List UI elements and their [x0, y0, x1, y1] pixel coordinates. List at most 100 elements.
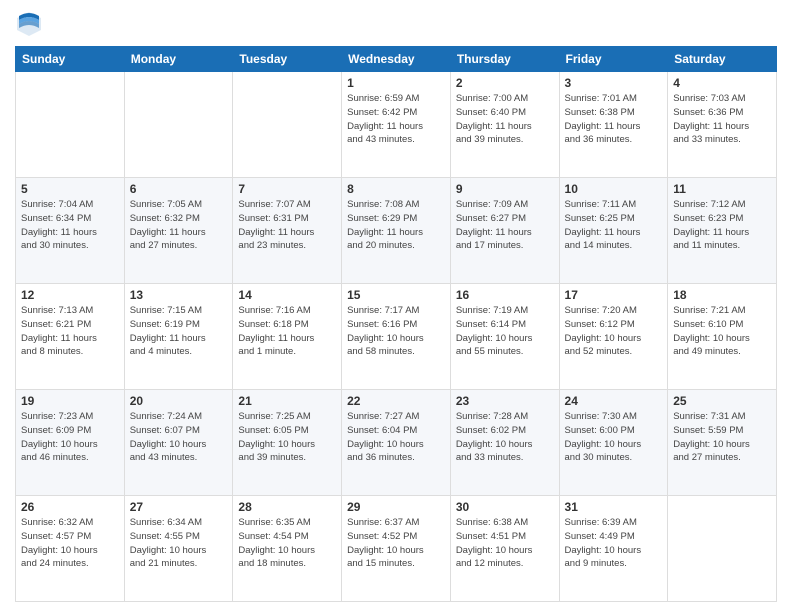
day-info: Sunrise: 7:31 AM Sunset: 5:59 PM Dayligh… — [673, 410, 771, 465]
calendar-cell: 25Sunrise: 7:31 AM Sunset: 5:59 PM Dayli… — [668, 390, 777, 496]
header — [15, 10, 777, 38]
day-number: 19 — [21, 394, 119, 408]
weekday-header-monday: Monday — [124, 47, 233, 72]
calendar-cell: 23 Sunrise: 7:28 AM Sunset: 6:02 PM Dayli… — [450, 390, 559, 496]
calendar-cell: 15Sunrise: 7:17 AM Sunset: 6:16 PM Dayli… — [342, 284, 451, 390]
day-number: 14 — [238, 288, 336, 302]
page: SundayMondayTuesdayWednesdayThursdayFrid… — [0, 0, 792, 612]
day-number: 20 — [130, 394, 228, 408]
calendar-cell: 31 Sunrise: 6:39 AM Sunset: 4:49 PM Dayli… — [559, 496, 668, 602]
day-number: 22 — [347, 394, 445, 408]
calendar-cell — [668, 496, 777, 602]
day-info: Sunrise: 7:28 AM Sunset: 6:02 PM Dayligh… — [456, 410, 554, 465]
calendar-cell: 14Sunrise: 7:16 AM Sunset: 6:18 PM Dayli… — [233, 284, 342, 390]
logo — [15, 10, 45, 38]
day-info: Sunrise: 7:21 AM Sunset: 6:10 PM Dayligh… — [673, 304, 771, 359]
day-number: 8 — [347, 182, 445, 196]
calendar-cell: 30 Sunrise: 6:38 AM Sunset: 4:51 PM Dayli… — [450, 496, 559, 602]
day-info: Sunrise: 7:09 AM Sunset: 6:27 PM Dayligh… — [456, 198, 554, 253]
day-number: 4 — [673, 76, 771, 90]
day-number: 7 — [238, 182, 336, 196]
day-info: Sunrise: 7:08 AM Sunset: 6:29 PM Dayligh… — [347, 198, 445, 253]
calendar-cell: 6 Sunrise: 7:05 AM Sunset: 6:32 PM Daylig… — [124, 178, 233, 284]
weekday-header-thursday: Thursday — [450, 47, 559, 72]
calendar-cell: 8 Sunrise: 7:08 AM Sunset: 6:29 PM Daylig… — [342, 178, 451, 284]
day-info: Sunrise: 6:37 AM Sunset: 4:52 PM Dayligh… — [347, 516, 445, 571]
day-info: Sunrise: 7:24 AM Sunset: 6:07 PM Dayligh… — [130, 410, 228, 465]
day-number: 9 — [456, 182, 554, 196]
calendar-cell: 27Sunrise: 6:34 AM Sunset: 4:55 PM Dayli… — [124, 496, 233, 602]
calendar-header: SundayMondayTuesdayWednesdayThursdayFrid… — [16, 47, 777, 72]
calendar-cell: 13 Sunrise: 7:15 AM Sunset: 6:19 PM Dayli… — [124, 284, 233, 390]
day-info: Sunrise: 7:11 AM Sunset: 6:25 PM Dayligh… — [565, 198, 663, 253]
day-info: Sunrise: 7:04 AM Sunset: 6:34 PM Dayligh… — [21, 198, 119, 253]
day-number: 10 — [565, 182, 663, 196]
day-info: Sunrise: 7:19 AM Sunset: 6:14 PM Dayligh… — [456, 304, 554, 359]
weekday-header-tuesday: Tuesday — [233, 47, 342, 72]
calendar-cell: 5 Sunrise: 7:04 AM Sunset: 6:34 PM Daylig… — [16, 178, 125, 284]
calendar-cell: 28 Sunrise: 6:35 AM Sunset: 4:54 PM Dayli… — [233, 496, 342, 602]
day-info: Sunrise: 7:00 AM Sunset: 6:40 PM Dayligh… — [456, 92, 554, 147]
day-info: Sunrise: 7:23 AM Sunset: 6:09 PM Dayligh… — [21, 410, 119, 465]
calendar-cell: 3 Sunrise: 7:01 AM Sunset: 6:38 PM Daylig… — [559, 72, 668, 178]
calendar-cell: 7 Sunrise: 7:07 AM Sunset: 6:31 PM Daylig… — [233, 178, 342, 284]
day-info: Sunrise: 7:05 AM Sunset: 6:32 PM Dayligh… — [130, 198, 228, 253]
weekday-header-wednesday: Wednesday — [342, 47, 451, 72]
calendar-cell: 21 Sunrise: 7:25 AM Sunset: 6:05 PM Dayli… — [233, 390, 342, 496]
day-info: Sunrise: 7:07 AM Sunset: 6:31 PM Dayligh… — [238, 198, 336, 253]
calendar-cell: 18Sunrise: 7:21 AM Sunset: 6:10 PM Dayli… — [668, 284, 777, 390]
day-number: 6 — [130, 182, 228, 196]
day-number: 17 — [565, 288, 663, 302]
calendar-cell: 2 Sunrise: 7:00 AM Sunset: 6:40 PM Daylig… — [450, 72, 559, 178]
calendar: SundayMondayTuesdayWednesdayThursdayFrid… — [15, 46, 777, 602]
calendar-cell: 19 Sunrise: 7:23 AM Sunset: 6:09 PM Dayli… — [16, 390, 125, 496]
week-row-3: 12Sunrise: 7:13 AM Sunset: 6:21 PM Dayli… — [16, 284, 777, 390]
calendar-cell: 10 Sunrise: 7:11 AM Sunset: 6:25 PM Dayli… — [559, 178, 668, 284]
calendar-cell: 4Sunrise: 7:03 AM Sunset: 6:36 PM Daylig… — [668, 72, 777, 178]
day-info: Sunrise: 7:15 AM Sunset: 6:19 PM Dayligh… — [130, 304, 228, 359]
calendar-cell — [124, 72, 233, 178]
calendar-cell — [16, 72, 125, 178]
day-info: Sunrise: 7:01 AM Sunset: 6:38 PM Dayligh… — [565, 92, 663, 147]
calendar-cell: 29Sunrise: 6:37 AM Sunset: 4:52 PM Dayli… — [342, 496, 451, 602]
calendar-cell: 9 Sunrise: 7:09 AM Sunset: 6:27 PM Daylig… — [450, 178, 559, 284]
day-info: Sunrise: 6:39 AM Sunset: 4:49 PM Dayligh… — [565, 516, 663, 571]
calendar-cell: 26 Sunrise: 6:32 AM Sunset: 4:57 PM Dayli… — [16, 496, 125, 602]
calendar-body: 1Sunrise: 6:59 AM Sunset: 6:42 PM Daylig… — [16, 72, 777, 602]
day-info: Sunrise: 6:35 AM Sunset: 4:54 PM Dayligh… — [238, 516, 336, 571]
day-info: Sunrise: 6:34 AM Sunset: 4:55 PM Dayligh… — [130, 516, 228, 571]
calendar-cell: 24Sunrise: 7:30 AM Sunset: 6:00 PM Dayli… — [559, 390, 668, 496]
day-number: 23 — [456, 394, 554, 408]
day-info: Sunrise: 7:13 AM Sunset: 6:21 PM Dayligh… — [21, 304, 119, 359]
day-number: 30 — [456, 500, 554, 514]
week-row-5: 26 Sunrise: 6:32 AM Sunset: 4:57 PM Dayli… — [16, 496, 777, 602]
calendar-cell: 1Sunrise: 6:59 AM Sunset: 6:42 PM Daylig… — [342, 72, 451, 178]
day-number: 28 — [238, 500, 336, 514]
day-info: Sunrise: 7:30 AM Sunset: 6:00 PM Dayligh… — [565, 410, 663, 465]
day-number: 3 — [565, 76, 663, 90]
calendar-cell: 12Sunrise: 7:13 AM Sunset: 6:21 PM Dayli… — [16, 284, 125, 390]
weekday-header-saturday: Saturday — [668, 47, 777, 72]
day-number: 16 — [456, 288, 554, 302]
day-info: Sunrise: 7:25 AM Sunset: 6:05 PM Dayligh… — [238, 410, 336, 465]
day-number: 31 — [565, 500, 663, 514]
weekday-header-friday: Friday — [559, 47, 668, 72]
day-number: 2 — [456, 76, 554, 90]
day-number: 11 — [673, 182, 771, 196]
day-number: 21 — [238, 394, 336, 408]
calendar-cell: 17 Sunrise: 7:20 AM Sunset: 6:12 PM Dayli… — [559, 284, 668, 390]
day-info: Sunrise: 7:12 AM Sunset: 6:23 PM Dayligh… — [673, 198, 771, 253]
day-info: Sunrise: 7:17 AM Sunset: 6:16 PM Dayligh… — [347, 304, 445, 359]
day-info: Sunrise: 7:20 AM Sunset: 6:12 PM Dayligh… — [565, 304, 663, 359]
logo-icon — [15, 10, 43, 38]
calendar-cell: 16 Sunrise: 7:19 AM Sunset: 6:14 PM Dayli… — [450, 284, 559, 390]
day-number: 26 — [21, 500, 119, 514]
day-info: Sunrise: 7:27 AM Sunset: 6:04 PM Dayligh… — [347, 410, 445, 465]
day-number: 1 — [347, 76, 445, 90]
day-number: 5 — [21, 182, 119, 196]
week-row-1: 1Sunrise: 6:59 AM Sunset: 6:42 PM Daylig… — [16, 72, 777, 178]
weekday-header-sunday: Sunday — [16, 47, 125, 72]
day-info: Sunrise: 6:32 AM Sunset: 4:57 PM Dayligh… — [21, 516, 119, 571]
day-info: Sunrise: 6:38 AM Sunset: 4:51 PM Dayligh… — [456, 516, 554, 571]
day-number: 13 — [130, 288, 228, 302]
